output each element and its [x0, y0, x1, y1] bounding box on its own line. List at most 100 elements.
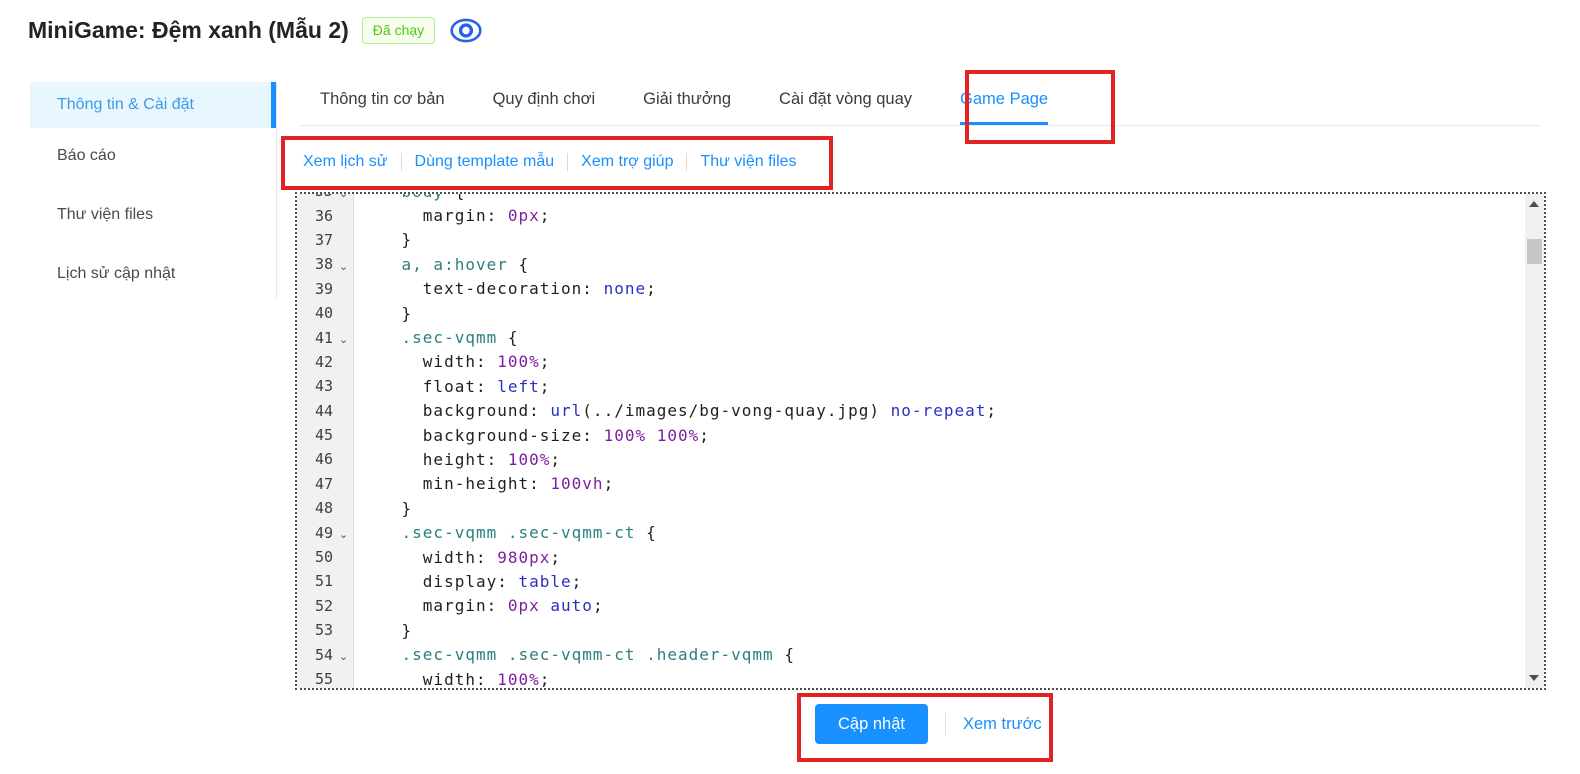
- sidebar-item-0[interactable]: Thông tin & Cài đặt: [30, 82, 276, 128]
- code-text: text-decoration: none;: [354, 279, 657, 298]
- update-button[interactable]: Cập nhật: [815, 704, 928, 744]
- toolbar-link-0[interactable]: Xem lịch sử: [303, 153, 388, 171]
- code-text: .sec-vqmm {: [354, 328, 519, 347]
- code-text: float: left;: [354, 377, 550, 396]
- footer-actions: Cập nhật Xem trước: [815, 704, 1042, 744]
- line-number: 49: [297, 524, 333, 542]
- code-text: }: [354, 499, 412, 518]
- line-number: 35: [297, 192, 333, 200]
- code-text: width: 100%;: [354, 670, 550, 689]
- code-line[interactable]: 52 margin: 0px auto;: [297, 594, 1525, 618]
- line-number: 52: [297, 597, 333, 615]
- chevron-down-icon[interactable]: ⌄: [333, 335, 354, 346]
- sidebar-nav: Thông tin & Cài đặt Báo cáo Thư viện files…: [30, 82, 276, 310]
- line-number: 41: [297, 329, 333, 347]
- tab-2[interactable]: Giải thưởng: [643, 90, 731, 125]
- line-number: 46: [297, 450, 333, 468]
- code-line[interactable]: 48 }: [297, 496, 1525, 520]
- tab-4[interactable]: Game Page: [960, 90, 1048, 125]
- arrow-down-icon[interactable]: [1529, 675, 1539, 681]
- chevron-down-icon[interactable]: ⌄: [333, 652, 354, 663]
- sidebar-item-3[interactable]: Lịch sử cập nhật: [30, 251, 276, 297]
- preview-link[interactable]: Xem trước: [963, 715, 1042, 734]
- editor-scrollbar[interactable]: [1525, 194, 1544, 688]
- line-number: 45: [297, 426, 333, 444]
- code-text: body {: [354, 192, 465, 201]
- code-editor[interactable]: 35⌄ body {36 margin: 0px;37 }38⌄ a, a:ho…: [295, 192, 1546, 690]
- code-line[interactable]: 35⌄ body {: [297, 192, 1525, 203]
- code-line[interactable]: 47 min-height: 100vh;: [297, 472, 1525, 496]
- code-text: .sec-vqmm .sec-vqmm-ct .header-vqmm {: [354, 645, 795, 664]
- line-number: 37: [297, 231, 333, 249]
- code-text: height: 100%;: [354, 450, 561, 469]
- editor-code-area[interactable]: 35⌄ body {36 margin: 0px;37 }38⌄ a, a:ho…: [297, 192, 1525, 690]
- code-line[interactable]: 46 height: 100%;: [297, 447, 1525, 471]
- tab-1[interactable]: Quy định chơi: [493, 90, 596, 125]
- line-number: 51: [297, 572, 333, 590]
- line-number: 55: [297, 670, 333, 688]
- code-line[interactable]: 50 width: 980px;: [297, 545, 1525, 569]
- code-text: }: [354, 621, 412, 640]
- code-line[interactable]: 45 background-size: 100% 100%;: [297, 423, 1525, 447]
- eye-icon: [449, 16, 483, 45]
- code-text: width: 980px;: [354, 548, 561, 567]
- sidebar-item-1[interactable]: Báo cáo: [30, 133, 276, 179]
- code-line[interactable]: 43 float: left;: [297, 374, 1525, 398]
- status-badge: Đã chạy: [362, 17, 435, 44]
- sidebar-divider: [276, 82, 277, 300]
- sidebar-item-2[interactable]: Thư viện files: [30, 192, 276, 238]
- sidebar-item-label: Báo cáo: [57, 147, 116, 165]
- code-text: margin: 0px auto;: [354, 596, 604, 615]
- line-number: 43: [297, 377, 333, 395]
- line-number: 44: [297, 402, 333, 420]
- code-line[interactable]: 42 width: 100%;: [297, 350, 1525, 374]
- code-line[interactable]: 51 display: table;: [297, 569, 1525, 593]
- link-separator: [686, 153, 687, 171]
- code-text: display: table;: [354, 572, 582, 591]
- code-text: }: [354, 304, 412, 323]
- line-number: 36: [297, 207, 333, 225]
- code-line[interactable]: 40 }: [297, 301, 1525, 325]
- line-number: 39: [297, 280, 333, 298]
- link-separator: [401, 153, 402, 171]
- code-text: }: [354, 230, 412, 249]
- code-text: a, a:hover {: [354, 255, 529, 274]
- chevron-down-icon[interactable]: ⌄: [333, 262, 354, 273]
- chevron-down-icon[interactable]: ⌄: [333, 192, 354, 200]
- tab-0[interactable]: Thông tin cơ bản: [320, 90, 445, 125]
- code-line[interactable]: 38⌄ a, a:hover {: [297, 252, 1525, 276]
- line-number: 54: [297, 646, 333, 664]
- line-number: 48: [297, 499, 333, 517]
- tab-bar: Thông tin cơ bản Quy định chơi Giải thưởng…: [300, 74, 1540, 126]
- code-text: width: 100%;: [354, 352, 550, 371]
- toolbar-link-3[interactable]: Thư viện files: [700, 153, 796, 171]
- sidebar-item-label: Thư viện files: [57, 206, 153, 224]
- line-number: 40: [297, 304, 333, 322]
- tab-3[interactable]: Cài đặt vòng quay: [779, 90, 912, 125]
- line-number: 47: [297, 475, 333, 493]
- code-text: background: url(../images/bg-vong-quay.j…: [354, 401, 997, 420]
- code-text: background-size: 100% 100%;: [354, 426, 710, 445]
- code-text: min-height: 100vh;: [354, 474, 614, 493]
- line-number: 50: [297, 548, 333, 566]
- code-line[interactable]: 49⌄ .sec-vqmm .sec-vqmm-ct {: [297, 520, 1525, 544]
- preview-eye-button[interactable]: [449, 16, 483, 45]
- code-line[interactable]: 55 width: 100%;: [297, 667, 1525, 690]
- code-line[interactable]: 37 }: [297, 228, 1525, 252]
- code-line[interactable]: 39 text-decoration: none;: [297, 277, 1525, 301]
- toolbar-link-2[interactable]: Xem trợ giúp: [581, 153, 673, 171]
- code-line[interactable]: 54⌄ .sec-vqmm .sec-vqmm-ct .header-vqmm …: [297, 642, 1525, 666]
- link-separator: [567, 153, 568, 171]
- page-title: MiniGame: Đệm xanh (Mẫu 2): [28, 17, 349, 44]
- code-text: .sec-vqmm .sec-vqmm-ct {: [354, 523, 657, 542]
- code-line[interactable]: 53 }: [297, 618, 1525, 642]
- chevron-down-icon[interactable]: ⌄: [333, 530, 354, 541]
- arrow-up-icon[interactable]: [1529, 201, 1539, 207]
- scrollbar-thumb[interactable]: [1527, 239, 1542, 264]
- line-number: 38: [297, 255, 333, 273]
- code-line[interactable]: 41⌄ .sec-vqmm {: [297, 325, 1525, 349]
- code-line[interactable]: 44 background: url(../images/bg-vong-qua…: [297, 399, 1525, 423]
- code-line[interactable]: 36 margin: 0px;: [297, 203, 1525, 227]
- toolbar-link-1[interactable]: Dùng template mẫu: [415, 153, 555, 171]
- page-header: MiniGame: Đệm xanh (Mẫu 2) Đã chạy: [28, 16, 483, 45]
